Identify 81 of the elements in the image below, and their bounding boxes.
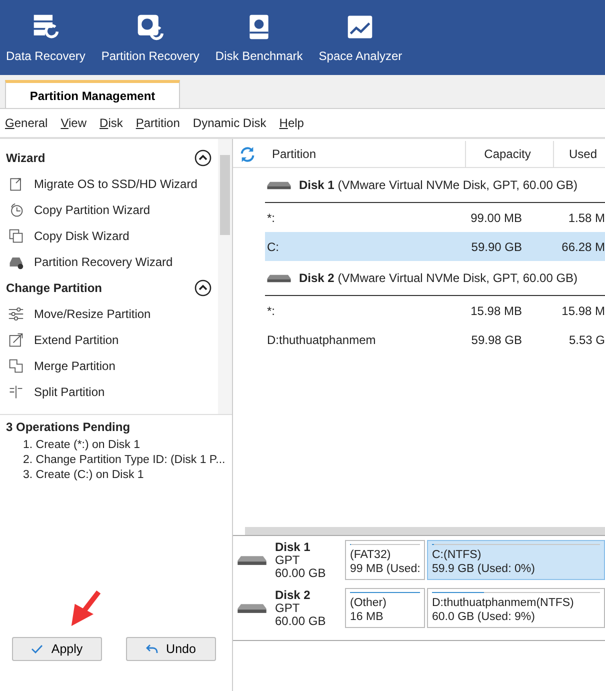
table-cell-text: 15.98 MB bbox=[470, 304, 522, 318]
undo-icon bbox=[146, 644, 158, 654]
partition-row[interactable]: *: 99.00 MB 1.58 M bbox=[265, 203, 605, 232]
pending-title: 3 Operations Pending bbox=[6, 420, 132, 434]
hard-drive-icon bbox=[237, 554, 267, 566]
tab[interactable]: Partition Management bbox=[5, 80, 180, 108]
menu-item[interactable]: Dynamic Disk bbox=[188, 116, 274, 130]
sliders-icon bbox=[8, 306, 24, 322]
table-cell-text: *: bbox=[266, 304, 276, 318]
table-cell-text: 59.98 GB bbox=[470, 332, 522, 346]
disk-type: GPT bbox=[275, 602, 301, 614]
sidebar-item[interactable]: Extend Partition bbox=[6, 327, 119, 353]
chart-icon bbox=[346, 13, 374, 41]
collapse-icon[interactable] bbox=[194, 279, 212, 297]
sidebar-item[interactable]: Merge Partition bbox=[6, 353, 116, 379]
toolbar-button[interactable]: Partition Recovery bbox=[95, 0, 206, 75]
toolbar-button[interactable]: Space Analyzer bbox=[312, 0, 408, 75]
table-cell-text: D:thuthuatphanmem bbox=[266, 332, 377, 346]
table-cell-text: C: bbox=[266, 240, 280, 254]
table-cell-text: 66.28 M bbox=[560, 240, 605, 254]
sidebar-item[interactable]: Copy Disk Wizard bbox=[6, 223, 130, 249]
action-button[interactable]: Apply bbox=[12, 637, 102, 661]
disk-info[interactable]: Disk 1 GPT 60.00 GB bbox=[237, 540, 343, 580]
clock-icon bbox=[8, 202, 24, 218]
table-cell-text: 5.53 G bbox=[568, 332, 605, 346]
table-cell-text: *: bbox=[266, 210, 276, 224]
disk-title: Disk 2 (VMware Virtual NVMe Disk, GPT, 60.00 GB) bbox=[299, 271, 578, 285]
partition-row[interactable]: D:thuthuatphanmem 59.98 GB 5.53 G bbox=[265, 325, 605, 354]
partition-block[interactable]: (FAT32) 99 MB (Used: bbox=[345, 540, 425, 580]
partition-row[interactable]: C: 59.90 GB 66.28 M bbox=[265, 232, 605, 261]
menu-item[interactable]: Disk bbox=[94, 116, 131, 130]
toolbar-button[interactable]: Disk Benchmark bbox=[209, 0, 309, 75]
column-header[interactable]: Used bbox=[554, 141, 605, 167]
table-cell-text: 15.98 M bbox=[560, 304, 605, 318]
section-title: Wizard bbox=[6, 151, 46, 165]
disk-title: Disk 1 (VMware Virtual NVMe Disk, GPT, 60.00 GB) bbox=[299, 178, 578, 192]
partition-block[interactable]: (Other) 16 MB bbox=[345, 588, 425, 628]
pending-operation: 1. Create (*:) on Disk 1 bbox=[22, 438, 141, 453]
document-icon bbox=[8, 176, 24, 192]
action-button[interactable]: Undo bbox=[126, 637, 216, 661]
expand-icon bbox=[8, 332, 24, 348]
pending-operation: 2. Change Partition Type ID: (Disk 1 P... bbox=[22, 453, 226, 468]
disk-type: GPT bbox=[275, 554, 301, 566]
column-header[interactable]: Partition bbox=[268, 141, 466, 167]
disk-name: Disk 2 bbox=[275, 588, 312, 602]
pending-operation: 3. Create (C:) on Disk 1 bbox=[22, 468, 145, 483]
disk-info[interactable]: Disk 2 GPT 60.00 GB bbox=[237, 588, 343, 628]
partition-block[interactable]: C:(NTFS) 59.9 GB (Used: 0%) bbox=[427, 540, 605, 580]
column-header[interactable]: Capacity bbox=[466, 141, 554, 167]
menu-item[interactable]: Help bbox=[274, 116, 312, 130]
sidebar-item[interactable]: Split Partition bbox=[6, 379, 105, 405]
sidebar-item[interactable]: Move/Resize Partition bbox=[6, 301, 151, 327]
check-icon bbox=[31, 644, 44, 654]
collapse-icon[interactable] bbox=[194, 149, 212, 167]
table-cell-text: 99.00 MB bbox=[470, 210, 522, 224]
sidebar-item[interactable]: Migrate OS to SSD/HD Wizard bbox=[6, 171, 198, 197]
sidebar-item[interactable]: Partition Recovery Wizard bbox=[6, 249, 173, 275]
hard-drive-icon bbox=[267, 274, 291, 282]
disk-icon bbox=[136, 13, 164, 41]
section-title: Change Partition bbox=[6, 281, 102, 295]
disk-name: Disk 1 bbox=[275, 540, 312, 554]
partition-block[interactable]: D:thuthuatphanmem(NTFS) 60.0 GB (Used: 9%) bbox=[427, 588, 605, 628]
disk-size: 60.00 GB bbox=[275, 566, 326, 580]
menu-item[interactable]: View bbox=[56, 116, 95, 130]
database-icon bbox=[32, 13, 60, 41]
copy-icon bbox=[8, 228, 24, 244]
hard-drive-icon bbox=[267, 180, 291, 190]
split-icon bbox=[8, 384, 24, 400]
table-cell-text: 1.58 M bbox=[567, 210, 605, 224]
table-cell-text: 59.90 GB bbox=[470, 240, 522, 254]
menu-item[interactable]: Partition bbox=[130, 116, 188, 130]
hard-drive-icon bbox=[237, 602, 267, 614]
toolbar-button[interactable]: Data Recovery bbox=[0, 0, 92, 75]
disk-size: 60.00 GB bbox=[275, 614, 326, 628]
scrollbar[interactable] bbox=[245, 527, 605, 535]
partition-row[interactable]: *: 15.98 MB 15.98 M bbox=[265, 296, 605, 325]
refresh-icon[interactable] bbox=[239, 146, 256, 162]
scrollbar[interactable] bbox=[218, 139, 232, 414]
menu-item[interactable]: General bbox=[0, 116, 56, 130]
merge-icon bbox=[8, 358, 24, 374]
sidebar-item[interactable]: Copy Partition Wizard bbox=[6, 197, 150, 223]
